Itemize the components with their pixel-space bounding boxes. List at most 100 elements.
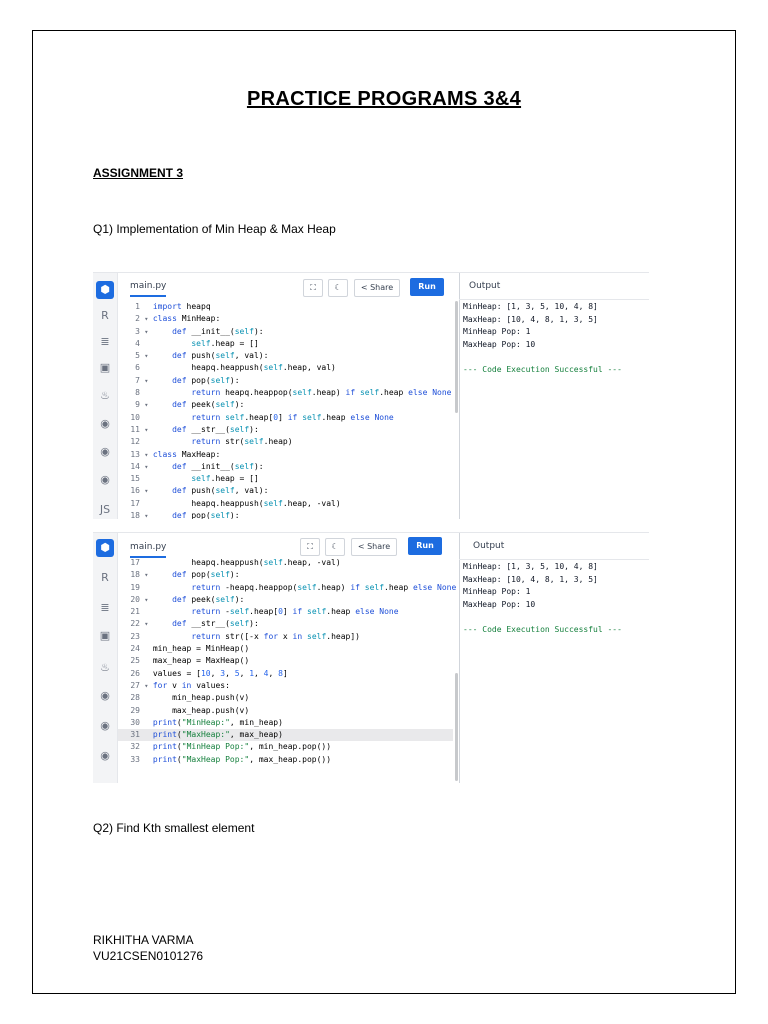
java-icon[interactable]: ♨ [98,389,112,403]
code-line[interactable]: 30 print("MinHeap:", min_heap) [118,717,453,729]
code-text: class MaxHeap: [152,449,221,459]
fold-arrow-icon[interactable]: ▾ [140,485,148,497]
code-text: def pop(self): [172,570,240,580]
fold-arrow-icon[interactable]: ▾ [140,424,148,436]
code-line[interactable]: 23 return str([-x for x in self.heap]) [118,631,453,643]
java-icon[interactable]: ♨ [98,661,112,675]
csharp-icon[interactable]: ◉ [98,473,112,487]
database-icon[interactable]: ≣ [98,335,112,349]
html-icon[interactable]: ▣ [98,629,112,643]
js-icon[interactable]: JS [98,503,112,517]
code-line[interactable]: 20 ▾ def peek(self): [118,594,453,606]
code-text: def __str__(self): [172,424,259,434]
code-line[interactable]: 14 ▾ def __init__(self): [118,461,453,473]
r-icon[interactable]: R [98,571,112,585]
csharp-icon[interactable]: ◉ [98,749,112,763]
code-line[interactable]: 29 max_heap.push(v) [118,705,453,717]
file-tab[interactable]: main.py [130,542,167,558]
fold-arrow-icon[interactable]: ▾ [140,350,148,362]
code-line[interactable]: 18 ▾ def pop(self): [118,569,453,581]
code-text: def push(self, val): [172,486,269,496]
editor-scrollbar[interactable] [455,301,458,413]
code-line[interactable]: 18 ▾ def pop(self): [118,510,453,519]
code-line[interactable]: 16 ▾ def push(self, val): [118,485,453,497]
code-line[interactable]: 19 return -heapq.heappop(self.heap) if s… [118,582,457,594]
line-number: 25 [130,656,140,666]
fold-arrow-icon[interactable]: ▾ [140,569,148,581]
code-line[interactable]: 6 heapq.heappush(self.heap, val) [118,362,453,374]
fullscreen-icon[interactable]: ⛶ [303,279,323,297]
database-icon[interactable]: ≣ [98,601,112,615]
cpp-icon[interactable]: ◉ [98,445,112,459]
code-line[interactable]: 17 heapq.heappush(self.heap, -val) [118,557,453,569]
code-line[interactable]: 8 return heapq.heappop(self.heap) if sel… [118,387,453,399]
code-line[interactable]: 13 ▾ class MaxHeap: [118,449,453,461]
line-number: 16 [130,486,140,496]
python-icon[interactable]: ⬢ [96,281,114,299]
line-number: 30 [130,717,140,727]
code-line[interactable]: 28 min_heap.push(v) [118,692,453,704]
code-line[interactable]: 25 max_heap = MaxHeap() [118,655,453,667]
line-number: 12 [130,437,140,447]
code-line[interactable]: 1 import heapq [118,301,453,313]
fold-arrow-icon[interactable]: ▾ [140,313,148,325]
html-icon[interactable]: ▣ [98,361,112,375]
output-line: MinHeap Pop: 1 [463,327,531,336]
fold-arrow-icon[interactable]: ▾ [140,399,148,411]
code-line[interactable]: 21 return -self.heap[0] if self.heap els… [118,606,453,618]
line-number: 24 [130,644,140,654]
code-text: def peek(self): [172,400,245,410]
code-line[interactable]: 3 ▾ def __init__(self): [118,326,453,338]
code-line[interactable]: 33 print("MaxHeap Pop:", max_heap.pop()) [118,754,453,766]
code-text: class MinHeap: [152,314,221,324]
fold-arrow-icon[interactable]: ▾ [140,461,148,473]
python-icon[interactable]: ⬢ [96,539,114,557]
r-icon[interactable]: R [98,309,112,323]
code-line[interactable]: 4 self.heap = [] [118,338,453,350]
language-rail: ⬢ R ≣ ▣ ♨ ◉ ◉ ◉ [93,533,118,783]
c-icon[interactable]: ◉ [98,689,112,703]
code-line[interactable]: 5 ▾ def push(self, val): [118,350,453,362]
fold-arrow-icon[interactable]: ▾ [140,618,148,630]
code-line[interactable]: 10 return self.heap[0] if self.heap else… [118,412,453,424]
fold-arrow-icon[interactable]: ▾ [140,375,148,387]
code-line[interactable]: 32 print("MinHeap Pop:", min_heap.pop()) [118,741,453,753]
run-button[interactable]: Run [410,278,444,296]
code-line[interactable]: 27 ▾ for v in values: [118,680,453,692]
run-button[interactable]: Run [408,537,442,555]
cpp-icon[interactable]: ◉ [98,719,112,733]
fold-arrow-icon[interactable]: ▾ [140,510,148,519]
code-area[interactable]: 17 heapq.heappush(self.heap, -val) 18 ▾ d… [118,557,457,766]
code-line[interactable]: 17 heapq.heappush(self.heap, -val) [118,498,453,510]
file-tab[interactable]: main.py [130,281,167,297]
code-line[interactable]: 26 values = [10, 3, 5, 1, 4, 8] [118,668,453,680]
code-area[interactable]: 1 import heapq 2 ▾ class MinHeap: 3 ▾ def … [118,301,453,519]
theme-icon[interactable]: ☾ [325,538,345,556]
line-number: 17 [130,558,140,567]
fold-arrow-icon[interactable]: ▾ [140,449,148,461]
code-text: def pop(self): [172,511,240,519]
fold-arrow-icon[interactable]: ▾ [140,594,148,606]
fullscreen-icon[interactable]: ⛶ [300,538,320,556]
share-button[interactable]: < Share [351,538,397,556]
code-line[interactable]: 24 min_heap = MinHeap() [118,643,453,655]
fold-arrow-icon[interactable]: ▾ [140,680,148,692]
question-1: Q1) Implementation of Min Heap & Max Hea… [93,222,336,236]
code-line[interactable]: 7 ▾ def pop(self): [118,375,453,387]
editor-scrollbar[interactable] [455,673,458,781]
code-line[interactable]: 9 ▾ def peek(self): [118,399,453,411]
code-line[interactable]: 15 self.heap = [] [118,473,453,485]
code-text: print("MinHeap Pop:", min_heap.pop()) [152,742,332,752]
c-icon[interactable]: ◉ [98,417,112,431]
code-text: return -heapq.heappop(self.heap) if self… [191,582,457,592]
code-line[interactable]: 31 print("MaxHeap:", max_heap) [118,729,453,742]
code-line[interactable]: 12 return str(self.heap) [118,436,453,448]
theme-icon[interactable]: ☾ [328,279,348,297]
author-footer: RIKHITHA VARMA VU21CSEN0101276 [93,932,203,964]
code-line[interactable]: 22 ▾ def __str__(self): [118,618,453,630]
output-line: MinHeap: [1, 3, 5, 10, 4, 8] [463,562,598,571]
share-button[interactable]: < Share [354,279,400,297]
fold-arrow-icon[interactable]: ▾ [140,326,148,338]
code-line[interactable]: 2 ▾ class MinHeap: [118,313,453,325]
code-line[interactable]: 11 ▾ def __str__(self): [118,424,453,436]
